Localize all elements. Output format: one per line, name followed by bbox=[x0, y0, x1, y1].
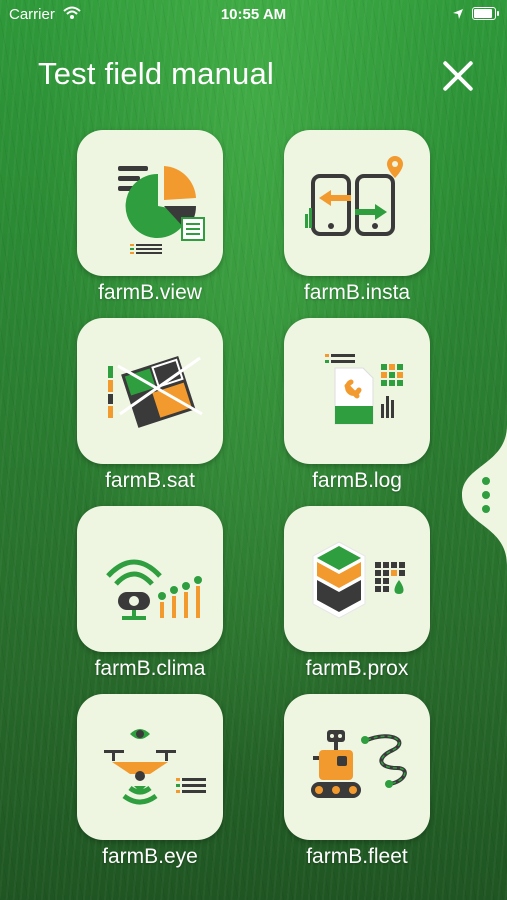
app-farmb-log[interactable]: farmB.log bbox=[282, 318, 432, 493]
app-tile bbox=[77, 694, 223, 840]
app-farmb-prox[interactable]: farmB.prox bbox=[282, 506, 432, 681]
app-label: farmB.clima bbox=[94, 657, 206, 680]
app-farmb-view[interactable]: farmB.view bbox=[75, 130, 225, 305]
app-label: farmB.sat bbox=[105, 469, 195, 492]
app-label: farmB.view bbox=[98, 281, 202, 304]
app-farmb-fleet[interactable]: farmB.fleet bbox=[282, 694, 432, 869]
weather-station-icon bbox=[106, 559, 202, 620]
app-label: farmB.prox bbox=[305, 657, 409, 680]
app-label: farmB.insta bbox=[303, 281, 411, 304]
satellite-map-icon bbox=[108, 356, 203, 428]
app-label: farmB.eye bbox=[102, 845, 198, 868]
app-tile bbox=[284, 130, 430, 276]
more-vertical-icon bbox=[462, 425, 507, 565]
app-farmb-sat[interactable]: farmB.sat bbox=[75, 318, 225, 493]
app-farmb-insta[interactable]: farmB.insta bbox=[282, 130, 432, 305]
pie-chart-icon bbox=[118, 166, 205, 254]
app-tile bbox=[77, 318, 223, 464]
drone-eye-icon bbox=[104, 729, 206, 805]
soil-layers-icon bbox=[312, 541, 405, 619]
phone-sync-icon bbox=[305, 156, 403, 236]
log-document-icon bbox=[325, 354, 403, 425]
app-label: farmB.log bbox=[312, 469, 402, 492]
app-tile bbox=[284, 506, 430, 652]
app-label: farmB.fleet bbox=[306, 845, 408, 868]
app-grid: farmB.view farmB.insta farmB.sat farmB.l… bbox=[0, 0, 507, 900]
robot-fleet-icon bbox=[311, 730, 407, 798]
side-drawer-handle[interactable] bbox=[460, 425, 507, 565]
app-tile bbox=[284, 694, 430, 840]
app-farmb-eye[interactable]: farmB.eye bbox=[75, 694, 225, 869]
app-tile bbox=[77, 130, 223, 276]
app-tile bbox=[77, 506, 223, 652]
app-farmb-clima[interactable]: farmB.clima bbox=[75, 506, 225, 681]
app-tile bbox=[284, 318, 430, 464]
